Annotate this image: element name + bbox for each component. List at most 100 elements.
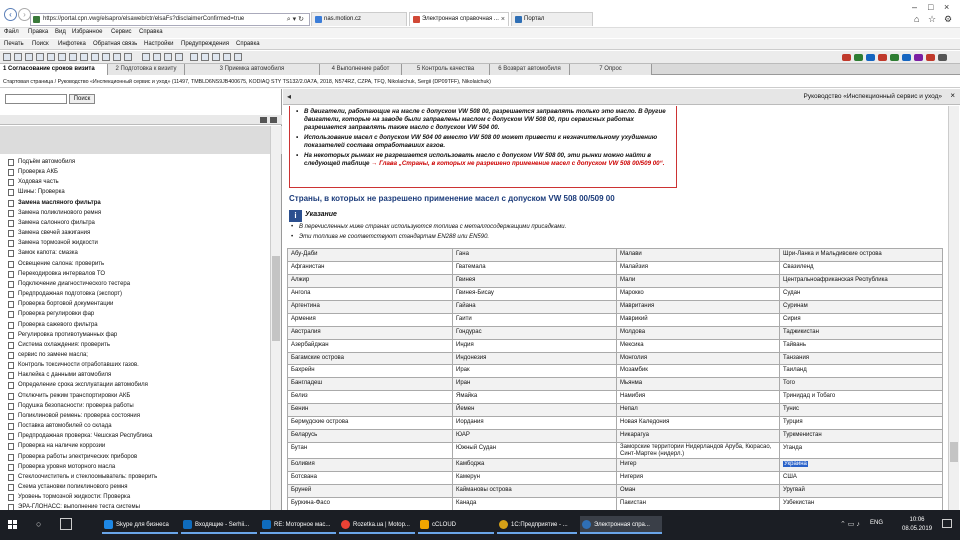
help-icon[interactable]	[124, 53, 132, 61]
table-cell[interactable]: Каймановы острова	[452, 483, 617, 498]
table-cell[interactable]: Мавритания	[616, 299, 780, 314]
browser-menu-view[interactable]: Вид	[55, 29, 66, 35]
chapter-link[interactable]: → Глава „Страны, в которых не разрешено …	[371, 160, 664, 167]
table-cell[interactable]: Центральноафриканская Республика	[779, 273, 943, 288]
info-icon[interactable]	[113, 53, 121, 61]
save-icon[interactable]	[14, 53, 22, 61]
table-cell[interactable]: Гвинея-Бисау	[452, 286, 617, 301]
taskbar-app-ie[interactable]: Электронная спра...	[580, 516, 662, 534]
left-scrollbar[interactable]	[270, 126, 281, 510]
table-cell[interactable]: США	[779, 471, 943, 485]
table-cell[interactable]: Аргентина	[287, 299, 453, 314]
gear-icon[interactable]: ⚙	[944, 14, 952, 25]
next-page-icon[interactable]	[164, 53, 172, 61]
table-cell[interactable]: Иран	[452, 377, 617, 392]
table-cell[interactable]: Камбоджа	[452, 458, 617, 472]
step-tab-7[interactable]: 7 Опрос	[570, 64, 652, 75]
table-cell[interactable]: Багамские острова	[287, 351, 453, 366]
tree-item[interactable]: Предпродажная подготовка (экспорт)	[8, 289, 270, 299]
step-tab-6[interactable]: 6 Возврат автомобиля	[490, 64, 570, 75]
car-grey-icon[interactable]	[938, 54, 947, 61]
table-cell[interactable]: Иордания	[452, 416, 617, 431]
minimize-icon[interactable]: –	[912, 2, 917, 12]
search-icon[interactable]: ○	[36, 519, 41, 529]
browser-menu-help[interactable]: Справка	[139, 29, 163, 35]
app-menu-print[interactable]: Печать	[4, 41, 24, 47]
table-cell[interactable]: Южный Судан	[452, 442, 617, 460]
tree-item[interactable]: Замена свечей зажигания	[8, 228, 270, 238]
tree-item[interactable]: Проверка бортовой документации	[8, 299, 270, 309]
tree-item[interactable]: Поликлиновой ремень: проверка состояния	[8, 411, 270, 421]
last-page-icon[interactable]	[175, 53, 183, 61]
home-icon[interactable]: ⌂	[914, 14, 919, 24]
taskbar-app-outlook-message[interactable]: RE: Моторное мас...	[260, 516, 336, 534]
browser-menu-favorites[interactable]: Избранное	[72, 29, 102, 35]
table-cell[interactable]: Молдова	[616, 325, 780, 340]
address-url[interactable]: https://portal.cpn.vwg/elsapro/elsaweb/c…	[43, 16, 244, 22]
table-cell[interactable]: Турция	[779, 416, 943, 431]
table-cell[interactable]: Гана	[452, 248, 617, 262]
table-cell[interactable]: Таджикистан	[779, 325, 943, 340]
table-cell[interactable]: Белиз	[287, 390, 453, 405]
windows-start-icon[interactable]	[8, 520, 18, 530]
tree-item[interactable]: Проверка регулировки фар	[8, 309, 270, 319]
browser-tab-1[interactable]: nas.motion.cz	[311, 12, 407, 26]
address-controls-icon[interactable]: ⌕▾↻	[287, 15, 306, 24]
breadcrumb[interactable]: Стартовая страница / Руководство «Инспек…	[0, 76, 960, 88]
table-cell[interactable]: Уганда	[779, 442, 943, 460]
notifications-icon[interactable]	[942, 519, 952, 528]
address-bar[interactable]: https://portal.cpn.vwg/elsapro/elsaweb/c…	[30, 13, 310, 26]
table-cell[interactable]: Мозамбик	[616, 364, 780, 379]
browser-tab-3[interactable]: Портал	[511, 12, 593, 26]
tree-item[interactable]: Стеклоочиститель и стеклоомыватель: пров…	[8, 472, 270, 482]
table-cell[interactable]: Йемен	[452, 403, 617, 418]
table-cell[interactable]: Ангола	[287, 286, 453, 301]
table-cell[interactable]: Нигер	[616, 458, 780, 472]
calendar-icon[interactable]	[234, 53, 242, 61]
taskbar-app-ccloud[interactable]: cCLOUD	[418, 516, 494, 534]
taskbar-app-1c[interactable]: 1С:Предприятие - ...	[497, 516, 577, 534]
table-cell[interactable]: Тайвань	[779, 338, 943, 353]
app-menu-warnings[interactable]: Предупреждения	[181, 41, 229, 47]
table-cell[interactable]: Монголия	[616, 351, 780, 366]
browser-menu-file[interactable]: Файл	[4, 29, 19, 35]
table-cell[interactable]: Суринам	[779, 299, 943, 314]
table-cell[interactable]: Судан	[779, 286, 943, 301]
taskbar-app-skype[interactable]: Skype для бизнеса	[102, 516, 178, 534]
tree-item[interactable]: Замок капота: смазка	[8, 248, 270, 258]
folder-icon[interactable]	[102, 53, 110, 61]
tree-item[interactable]: сервис по замене масла;	[8, 350, 270, 360]
table-cell[interactable]: Никарагуа	[616, 429, 780, 444]
tree-item[interactable]: Определение срока эксплуатации автомобил…	[8, 380, 270, 390]
document-scrollbar-thumb[interactable]	[950, 442, 958, 462]
tree-item[interactable]: Отключить режим транспортировки АКБ	[8, 391, 270, 401]
tree-item[interactable]: Схема установки поликлинового ремня	[8, 482, 270, 492]
step-tab-5[interactable]: 5 Контроль качества	[402, 64, 490, 75]
table-cell[interactable]: Нигерия	[616, 471, 780, 485]
table-cell[interactable]: Гаити	[452, 312, 617, 327]
tree-item[interactable]: Проверка сажевого фильтра	[8, 320, 270, 330]
collapse-icon[interactable]	[270, 117, 277, 123]
tree-item[interactable]: Замена поликлинового ремня	[8, 208, 270, 218]
table-cell[interactable]: Мали	[616, 273, 780, 288]
table-cell[interactable]: Сирия	[779, 312, 943, 327]
maximize-icon[interactable]: □	[928, 2, 933, 12]
table-cell[interactable]: Ирак	[452, 364, 617, 379]
table-cell[interactable]: Азербайджан	[287, 338, 453, 353]
clock[interactable]: 10:06 08.05.2019	[902, 516, 932, 534]
app-menu-search[interactable]: Поиск	[32, 41, 49, 47]
document-scrollbar[interactable]	[948, 106, 959, 510]
table-cell[interactable]: Таиланд	[779, 364, 943, 379]
tree-item[interactable]: Проверка на наличие коррозии	[8, 441, 270, 451]
app-menu-feedback[interactable]: Обратная связь	[93, 41, 137, 47]
table-cell[interactable]: Австралия	[287, 325, 453, 340]
table-cell[interactable]: Индия	[452, 338, 617, 353]
table-cell[interactable]: Оман	[616, 483, 780, 498]
table-cell[interactable]: Гайана	[452, 299, 617, 314]
table-cell[interactable]: Непал	[616, 403, 780, 418]
tree-item[interactable]: Поставка автомобилей со склада	[8, 421, 270, 431]
table-cell[interactable]: Бруней	[287, 483, 453, 498]
step-tab-3[interactable]: 3 Приемка автомобиля	[185, 64, 320, 75]
table-cell[interactable]: Ботсвана	[287, 471, 453, 485]
table-cell[interactable]: Афганистан	[287, 260, 453, 275]
